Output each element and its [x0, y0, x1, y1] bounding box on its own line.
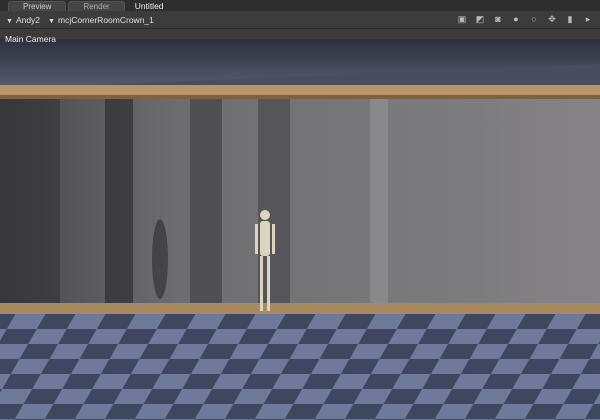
triangle-down-icon: ▼: [48, 17, 55, 25]
3d-viewport[interactable]: Main Camera: [0, 29, 600, 420]
tab-bar: Preview Render Untitled: [0, 0, 600, 11]
prop-selector[interactable]: ▼ mcjCornerRoomCrown_1: [48, 15, 154, 25]
shaded-style-icon[interactable]: ◙: [492, 13, 504, 25]
tab-render[interactable]: Render: [68, 1, 125, 11]
viewport-toolbar: ▼ Andy2 ▼ mcjCornerRoomCrown_1 ▣ ◩ ◙ ● ○ ✥…: [0, 11, 600, 29]
sphere-style-icon[interactable]: ●: [510, 13, 522, 25]
back-wall: [0, 97, 600, 319]
baseboard: [0, 303, 600, 315]
camera-icon[interactable]: ▣: [456, 13, 468, 25]
outline-style-icon[interactable]: ○: [528, 13, 540, 25]
scene: [0, 39, 600, 420]
triangle-down-icon: ▼: [6, 17, 13, 25]
figure-name: Andy2: [15, 14, 41, 25]
floor: [0, 314, 600, 420]
camera-label: Main Camera: [5, 34, 57, 44]
figure-selector[interactable]: ▼ Andy2: [6, 15, 40, 25]
prop-name: mcjCornerRoomCrown_1: [57, 14, 154, 25]
tab-preview[interactable]: Preview: [8, 1, 67, 11]
zoom-icon[interactable]: ▮: [564, 13, 576, 25]
display-icon[interactable]: ◩: [474, 13, 486, 25]
document-title: Untitled: [134, 1, 164, 11]
move-icon[interactable]: ✥: [546, 13, 558, 25]
expand-arrow-icon[interactable]: ▸: [582, 13, 594, 25]
